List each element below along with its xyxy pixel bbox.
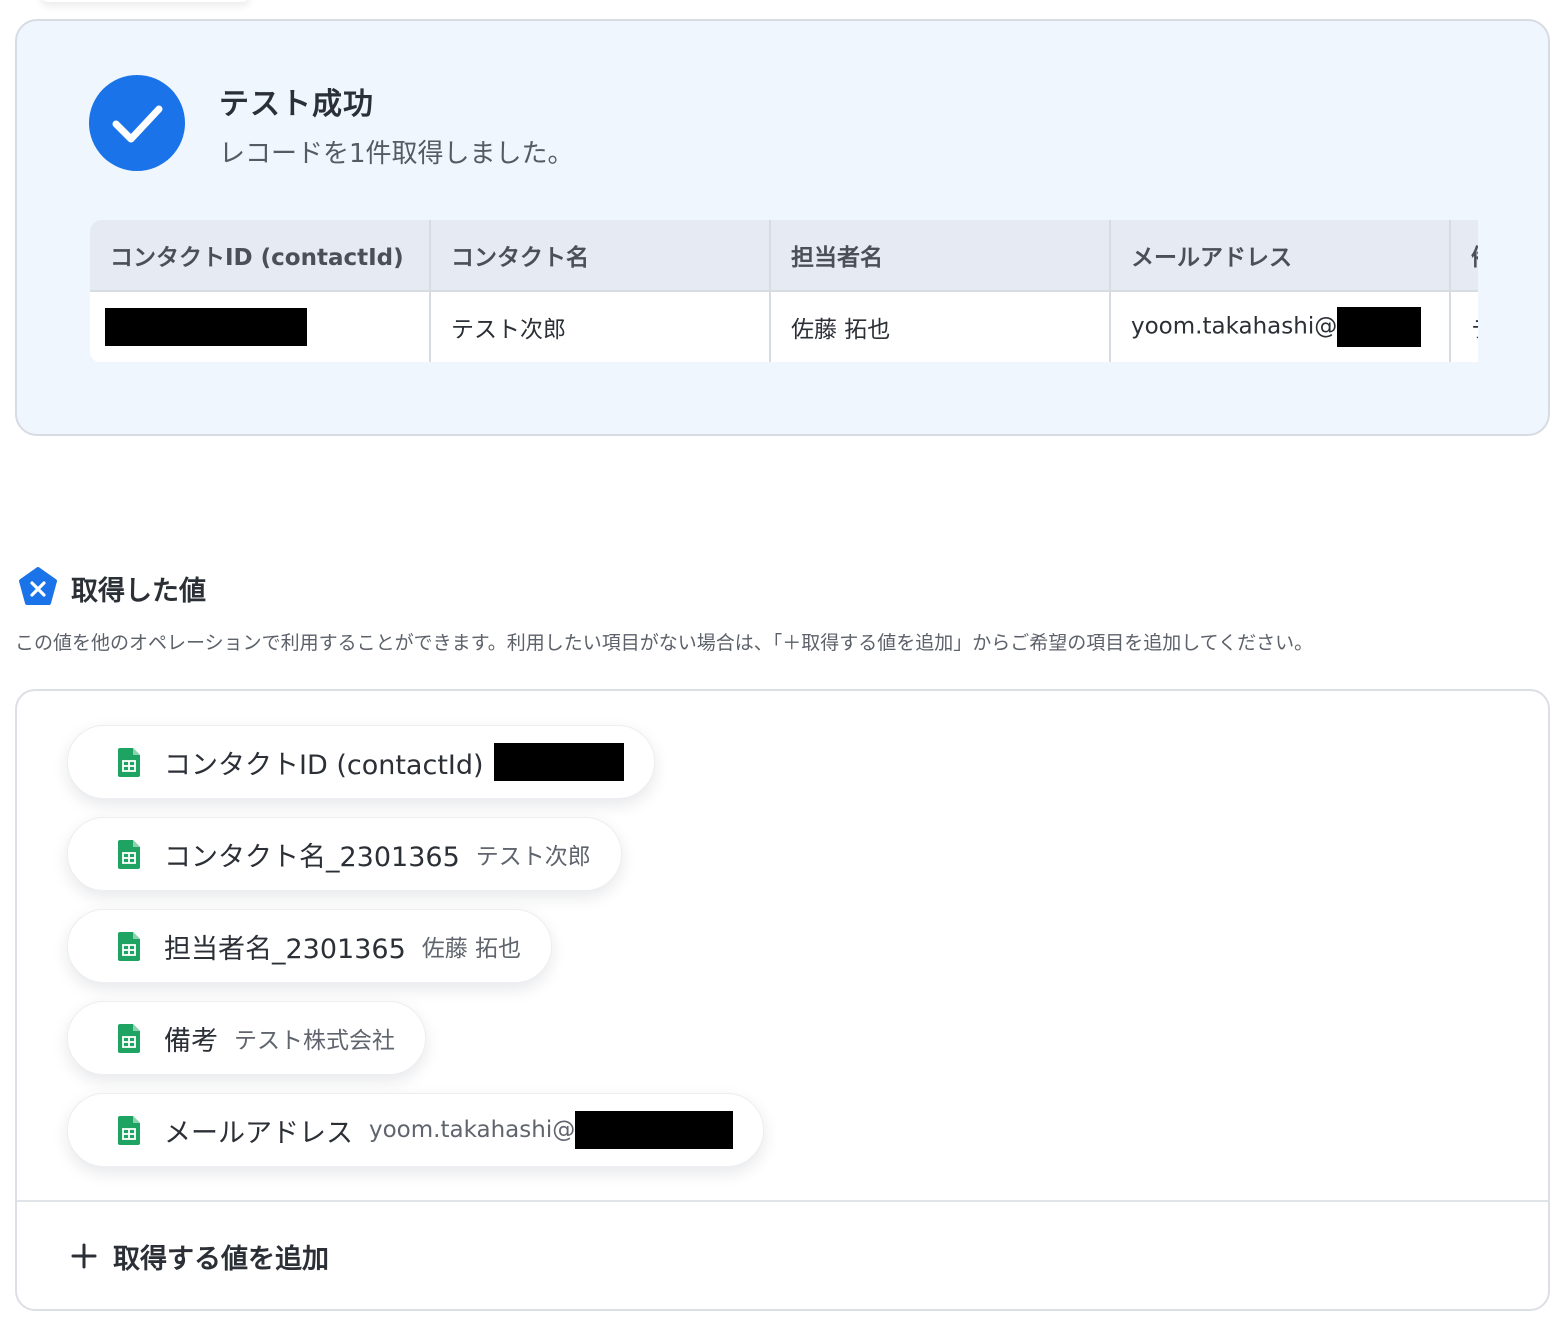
redacted-block — [1337, 307, 1422, 347]
result-message: レコードを1件取得しました。 — [219, 139, 574, 169]
value-chip-label: 備考 — [164, 1025, 218, 1057]
value-chip[interactable]: 担当者名_2301365 佐藤 拓也 — [67, 909, 553, 983]
variable-icon — [19, 567, 57, 605]
table-row: テスト次郎 佐藤 拓也 yoom.takahashi@ テスト株式会社 — [90, 291, 1478, 362]
redacted-block — [575, 1111, 734, 1149]
retrieved-values-panel: コンタクトID (contactId) コンタクト名_2301365 テスト次郎… — [15, 689, 1550, 1311]
table-cell-contact-name: テスト次郎 — [430, 291, 771, 362]
email-text: yoom.takahashi@ — [1131, 313, 1338, 340]
previous-card-edge — [40, 0, 250, 2]
google-sheets-icon — [118, 747, 140, 777]
redacted-block — [105, 308, 307, 346]
section-title: 取得した値 — [71, 575, 206, 607]
google-sheets-icon — [118, 1115, 140, 1145]
record-table: コンタクトID (contactId) コンタクト名 担当者名 メールアドレス … — [90, 220, 1478, 362]
value-chip-label: コンタクトID (contactId) — [164, 749, 484, 781]
column-header: コンタクトID (contactId) — [90, 220, 431, 292]
redacted-block — [493, 743, 624, 781]
result-title: テスト成功 — [219, 87, 374, 122]
value-chip[interactable]: コンタクトID (contactId) — [67, 725, 655, 799]
table-header-row: コンタクトID (contactId) コンタクト名 担当者名 メールアドレス … — [90, 220, 1478, 292]
column-header: コンタクト名 — [430, 220, 771, 292]
column-header: 担当者名 — [770, 220, 1111, 292]
value-chip-label: コンタクト名_2301365 — [164, 841, 460, 873]
divider — [17, 1200, 1548, 1202]
add-value-label: 取得する値を追加 — [113, 1243, 329, 1275]
test-result-panel: テスト成功 レコードを1件取得しました。 コンタクトID (contactId)… — [15, 19, 1550, 436]
column-header: 備考 — [1450, 220, 1478, 292]
check-circle-icon — [89, 75, 185, 171]
value-chip-value: 佐藤 拓也 — [421, 936, 522, 962]
table-cell-contact-id — [90, 291, 431, 362]
value-chip-value: テスト株式会社 — [234, 1028, 395, 1054]
google-sheets-icon — [118, 839, 140, 869]
section-description: この値を他のオペレーションで利用することができます。利用したい項目がない場合は、… — [15, 632, 1314, 654]
value-chip[interactable]: コンタクト名_2301365 テスト次郎 — [67, 817, 622, 891]
retrieved-values-header: 取得した値 — [18, 566, 206, 610]
value-chip[interactable]: 備考 テスト株式会社 — [67, 1001, 426, 1075]
table-cell-email: yoom.takahashi@ — [1110, 291, 1451, 362]
column-header: メールアドレス — [1110, 220, 1451, 292]
value-chip-label: 担当者名_2301365 — [164, 933, 406, 965]
plus-icon — [71, 1243, 97, 1269]
value-chip[interactable]: メールアドレス yoom.takahashi@ — [67, 1093, 765, 1167]
add-value-button[interactable]: 取得する値を追加 — [71, 1231, 329, 1281]
record-table-wrapper[interactable]: コンタクトID (contactId) コンタクト名 担当者名 メールアドレス … — [90, 220, 1478, 363]
google-sheets-icon — [118, 931, 140, 961]
value-chip-value: yoom.takahashi@ — [369, 1117, 576, 1143]
table-cell-note: テスト株式会社 — [1450, 291, 1478, 362]
value-chip-label: メールアドレス — [164, 1117, 353, 1149]
google-sheets-icon — [118, 1023, 140, 1053]
value-chip-value: テスト次郎 — [475, 844, 591, 870]
table-cell-owner-name: 佐藤 拓也 — [770, 291, 1111, 362]
